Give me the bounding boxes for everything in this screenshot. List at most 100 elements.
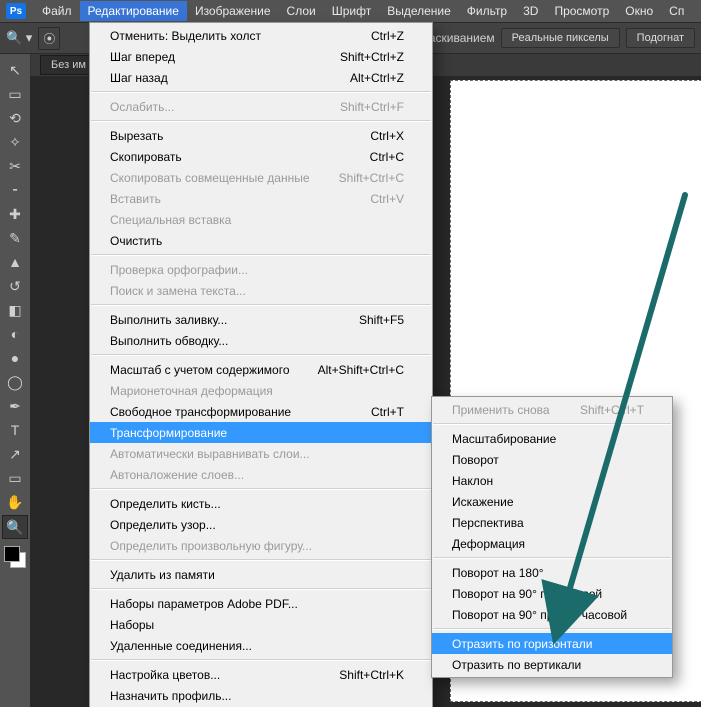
transform-menu-item-4[interactable]: Наклон <box>432 470 672 491</box>
menubar-item-type[interactable]: Шрифт <box>324 1 379 21</box>
real-pixels-button[interactable]: Реальные пикселы <box>501 28 620 48</box>
edit-menu-item-9: ВставитьCtrl+V <box>90 188 432 209</box>
tool-history[interactable]: ↺ <box>3 275 27 297</box>
tool-gradient[interactable]: ◐ <box>3 323 27 345</box>
edit-menu-separator <box>91 354 431 356</box>
edit-menu-item-8: Скопировать совмещенные данныеShift+Ctrl… <box>90 167 432 188</box>
tool-heal[interactable]: ✚ <box>3 203 27 225</box>
edit-menu-separator <box>91 304 431 306</box>
edit-menu-item-1[interactable]: Шаг впередShift+Ctrl+Z <box>90 46 432 67</box>
menu-item-label: Определить произвольную фигуру... <box>110 539 312 553</box>
menu-item-label: Ослабить... <box>110 100 174 114</box>
tool-eyedropper[interactable]: ⁃ <box>3 179 27 201</box>
options-hint: таскиванием <box>424 31 495 45</box>
tool-path[interactable]: ↗ <box>3 443 27 465</box>
transform-menu-item-13[interactable]: Отразить по горизонтали <box>432 633 672 654</box>
edit-menu-item-27[interactable]: Определить узор... <box>90 514 432 535</box>
edit-menu-item-28: Определить произвольную фигуру... <box>90 535 432 556</box>
menubar-item-3d[interactable]: 3D <box>515 1 546 21</box>
menubar-item-help[interactable]: Сп <box>661 1 692 21</box>
transform-menu-separator <box>433 628 671 630</box>
edit-menu-separator <box>91 488 431 490</box>
edit-menu-item-32[interactable]: Наборы параметров Adobe PDF... <box>90 593 432 614</box>
menubar: Ps ФайлРедактированиеИзображениеСлоиШриф… <box>0 0 701 22</box>
menubar-item-layers[interactable]: Слои <box>279 1 324 21</box>
tool-move[interactable]: ↖ <box>3 59 27 81</box>
menu-item-label: Шаг вперед <box>110 50 175 64</box>
edit-menu-item-11[interactable]: Очистить <box>90 230 432 251</box>
edit-menu-item-24: Автоналожение слоев... <box>90 464 432 485</box>
edit-menu-item-7[interactable]: СкопироватьCtrl+C <box>90 146 432 167</box>
menu-item-label: Искажение <box>452 495 514 509</box>
menu-item-label: Определить кисть... <box>110 497 221 511</box>
menu-item-label: Масштаб с учетом содержимого <box>110 363 290 377</box>
edit-menu-separator <box>91 120 431 122</box>
transform-menu-item-14[interactable]: Отразить по вертикали <box>432 654 672 675</box>
transform-menu-item-6[interactable]: Перспектива <box>432 512 672 533</box>
tool-shape[interactable]: ▭ <box>3 467 27 489</box>
edit-menu-item-20: Марионеточная деформация <box>90 380 432 401</box>
tool-wand[interactable]: ✧ <box>3 131 27 153</box>
menu-item-label: Вставить <box>110 192 161 206</box>
edit-menu-item-21[interactable]: Свободное трансформированиеCtrl+T <box>90 401 432 422</box>
menu-item-label: Применить снова <box>452 403 550 417</box>
tool-hand[interactable]: ✋ <box>3 491 27 513</box>
edit-menu-item-17[interactable]: Выполнить обводку... <box>90 330 432 351</box>
tool-stamp[interactable]: ▲ <box>3 251 27 273</box>
transform-menu-item-5[interactable]: Искажение <box>432 491 672 512</box>
tool-type[interactable]: T <box>3 419 27 441</box>
zoom-options-icon[interactable]: ⦿ <box>38 27 60 50</box>
transform-menu-item-2[interactable]: Масштабирование <box>432 428 672 449</box>
menu-item-label: Автоналожение слоев... <box>110 468 244 482</box>
menubar-item-window[interactable]: Окно <box>617 1 661 21</box>
edit-menu-item-30[interactable]: Удалить из памяти <box>90 564 432 585</box>
menu-item-shortcut: Ctrl+T <box>351 405 404 419</box>
edit-menu-item-22[interactable]: Трансформирование <box>90 422 432 443</box>
fit-screen-button[interactable]: Подогнат <box>626 28 695 48</box>
transform-menu-item-0: Применить снова Shift+Ctrl+T <box>432 399 672 420</box>
tool-eraser[interactable]: ◧ <box>3 299 27 321</box>
transform-menu-item-11[interactable]: Поворот на 90° против часовой <box>432 604 672 625</box>
menu-item-shortcut: Alt+Shift+Ctrl+C <box>298 363 404 377</box>
color-swatches[interactable] <box>4 546 26 568</box>
edit-menu-item-34[interactable]: Удаленные соединения... <box>90 635 432 656</box>
menubar-item-edit[interactable]: Редактирование <box>80 1 187 21</box>
edit-menu-item-33[interactable]: Наборы <box>90 614 432 635</box>
edit-menu-item-19[interactable]: Масштаб с учетом содержимого Alt+Shift+Ct… <box>90 359 432 380</box>
transform-menu-item-9[interactable]: Поворот на 180° <box>432 562 672 583</box>
edit-menu-item-37[interactable]: Назначить профиль... <box>90 685 432 706</box>
edit-menu-item-0[interactable]: Отменить: Выделить холстCtrl+Z <box>90 25 432 46</box>
menubar-item-image[interactable]: Изображение <box>187 1 279 21</box>
transform-menu-item-3[interactable]: Поворот <box>432 449 672 470</box>
menu-item-shortcut: Ctrl+X <box>350 129 404 143</box>
menubar-item-view[interactable]: Просмотр <box>546 1 617 21</box>
edit-menu-item-2[interactable]: Шаг назадAlt+Ctrl+Z <box>90 67 432 88</box>
tool-pen[interactable]: ✒ <box>3 395 27 417</box>
menubar-item-select[interactable]: Выделение <box>379 1 459 21</box>
edit-menu-item-26[interactable]: Определить кисть... <box>90 493 432 514</box>
edit-menu-item-36[interactable]: Настройка цветов... Shift+Ctrl+K <box>90 664 432 685</box>
menu-item-shortcut: Shift+Ctrl+T <box>560 403 644 417</box>
edit-menu-item-16[interactable]: Выполнить заливку...Shift+F5 <box>90 309 432 330</box>
menu-item-label: Настройка цветов... <box>110 668 220 682</box>
edit-menu-item-13: Проверка орфографии... <box>90 259 432 280</box>
tool-zoom[interactable]: 🔍 <box>2 515 28 539</box>
tool-dodge[interactable]: ◯ <box>3 371 27 393</box>
tool-blur[interactable]: ● <box>3 347 27 369</box>
menu-item-shortcut: Ctrl+Z <box>351 29 404 43</box>
menu-item-shortcut: Shift+Ctrl+C <box>319 171 404 185</box>
menubar-item-file[interactable]: Файл <box>34 1 80 21</box>
tool-crop[interactable]: ✂ <box>3 155 27 177</box>
menu-item-shortcut: Shift+Ctrl+K <box>319 668 404 682</box>
tool-marquee[interactable]: ▭ <box>3 83 27 105</box>
tool-brush[interactable]: ✎ <box>3 227 27 249</box>
menu-item-label: Марионеточная деформация <box>110 384 273 398</box>
edit-menu-item-6[interactable]: Вырезать Ctrl+X <box>90 125 432 146</box>
tool-lasso[interactable]: ⟲ <box>3 107 27 129</box>
menu-item-label: Вырезать <box>110 129 163 143</box>
transform-menu-item-7[interactable]: Деформация <box>432 533 672 554</box>
transform-menu-item-10[interactable]: Поворот на 90° по часовой <box>432 583 672 604</box>
menubar-item-filter[interactable]: Фильтр <box>459 1 515 21</box>
menu-item-label: Поворот на 180° <box>452 566 544 580</box>
edit-menu-separator <box>91 659 431 661</box>
